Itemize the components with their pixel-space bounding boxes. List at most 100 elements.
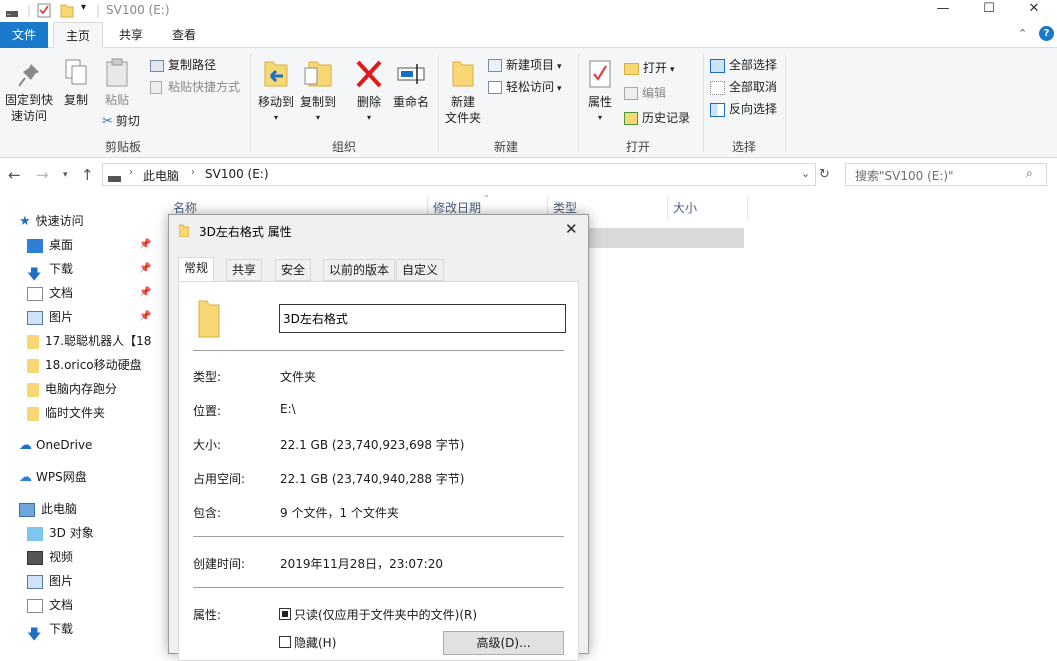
close-button[interactable]: ✕ <box>1011 0 1057 22</box>
cut-button[interactable]: ✂ 剪切 <box>102 111 140 131</box>
nav-this-pc[interactable]: 此电脑 <box>19 497 77 521</box>
tab-share[interactable]: 共享 <box>108 22 154 48</box>
dropdown-arrow-icon: ▾ <box>557 62 562 72</box>
new-item-label: 新建项目 <box>506 58 555 72</box>
pin-label-line2: 速访问 <box>10 109 47 123</box>
move-to-button[interactable]: 移动到 ▾ <box>256 58 296 126</box>
edit-button[interactable]: 编辑 <box>624 83 666 103</box>
copy-path-button[interactable]: 复制路径 <box>150 55 216 75</box>
forward-arrow-icon[interactable]: → <box>36 166 49 184</box>
chevron-up-icon[interactable]: ⌃ <box>1018 27 1027 40</box>
nav-onedrive[interactable]: ☁ OneDrive <box>19 433 92 457</box>
nav-pc-downloads[interactable]: 🡇 下载 <box>27 617 74 643</box>
nav-item-folder[interactable]: 临时文件夹 <box>27 401 105 425</box>
quick-access-dropdown-icon[interactable]: ▾ <box>81 2 86 13</box>
select-all-icon <box>710 58 725 73</box>
nav-quick-access-label: 快速访问 <box>35 214 84 228</box>
select-none-button[interactable]: 全部取消 <box>710 77 777 97</box>
group-divider <box>703 54 704 152</box>
edit-icon <box>624 87 638 100</box>
tab-home[interactable]: 主页 <box>53 22 103 49</box>
location-label: 位置: <box>193 404 222 418</box>
copy-label: 复制 <box>63 93 88 107</box>
properties-button[interactable]: 属性 ▾ <box>583 58 617 126</box>
advanced-button[interactable]: 高级(D)... <box>443 631 564 655</box>
new-folder-button[interactable]: 新建 文件夹 <box>443 58 483 126</box>
open-button[interactable]: 打开 ▾ <box>624 58 675 78</box>
nav-item-desktop[interactable]: 桌面 <box>27 233 73 257</box>
copy-to-button[interactable]: 复制到 ▾ <box>298 58 338 126</box>
dialog-tab-share[interactable]: 共享 <box>226 259 263 281</box>
nav-pc-documents[interactable]: 文档 <box>27 593 73 617</box>
paste-button[interactable]: 粘贴 <box>98 58 136 108</box>
paste-shortcut-button[interactable]: 粘贴快捷方式 <box>150 77 240 97</box>
dialog-tab-security[interactable]: 安全 <box>275 259 312 281</box>
dropdown-arrow-icon: ▾ <box>315 113 320 122</box>
dialog-close-icon[interactable]: ✕ <box>565 220 578 238</box>
back-arrow-icon[interactable]: ← <box>8 166 21 184</box>
minimize-button[interactable]: — <box>920 0 966 22</box>
nav-pc-videos[interactable]: 视频 <box>27 545 73 569</box>
nav-pc-3d-objects[interactable]: 3D 对象 <box>27 521 94 545</box>
refresh-icon[interactable]: ↻ <box>819 167 830 182</box>
nav-item-folder[interactable]: 电脑内存跑分 <box>27 377 117 401</box>
readonly-checkbox[interactable] <box>279 608 291 620</box>
nav-item-downloads[interactable]: 🡇 下载 <box>27 257 73 283</box>
nav-item-pictures[interactable]: 图片 <box>27 305 73 329</box>
open-folder-icon <box>624 62 639 75</box>
tab-view[interactable]: 查看 <box>160 22 208 48</box>
folder-name-input[interactable] <box>279 304 566 333</box>
pin-icon <box>18 64 39 87</box>
ribbon-tab-bar: 文件 主页 共享 查看 ⌃ ? <box>0 22 1057 49</box>
breadcrumb-drive[interactable]: SV100 (E:) <box>205 167 269 181</box>
dialog-tab-general[interactable]: 常规 <box>178 257 215 282</box>
breadcrumb-this-pc[interactable]: 此电脑 <box>143 167 179 184</box>
copy-button[interactable]: 复制 <box>58 58 94 108</box>
readonly-label[interactable]: 只读(仅应用于文件夹中的文件)(R) <box>294 606 477 623</box>
nav-pc-pictures[interactable]: 图片 <box>27 569 73 593</box>
properties-quick-icon[interactable] <box>37 2 51 21</box>
hidden-checkbox[interactable] <box>279 636 291 648</box>
delete-button[interactable]: 删除 ▾ <box>350 58 388 126</box>
column-header-size[interactable]: 大小 <box>668 196 748 220</box>
maximize-button[interactable]: ☐ <box>966 0 1012 22</box>
search-input[interactable]: 搜索"SV100 (E:)" ⌕ <box>845 163 1047 186</box>
nav-item-label: 电脑内存跑分 <box>45 382 118 396</box>
nav-quick-access[interactable]: ★ 快速访问 <box>19 209 84 233</box>
dialog-tab-previous-versions[interactable]: 以前的版本 <box>323 259 396 281</box>
selected-row[interactable] <box>585 228 744 248</box>
copy-icon <box>65 59 87 85</box>
nav-item-label: 图片 <box>49 310 74 324</box>
easy-access-label: 轻松访问 <box>506 80 555 94</box>
large-folder-icon <box>197 297 221 342</box>
nav-item-folder[interactable]: 18.orico移动硬盘 <box>27 353 142 377</box>
dialog-tab-customize[interactable]: 自定义 <box>396 259 445 281</box>
new-folder-quick-icon[interactable] <box>60 2 74 21</box>
desktop-icon <box>27 238 43 253</box>
new-item-icon <box>488 59 502 72</box>
nav-item-label: 下载 <box>49 622 74 636</box>
recent-locations-icon[interactable]: ▾ <box>63 170 68 180</box>
nav-item-documents[interactable]: 文档 <box>27 281 73 305</box>
address-box[interactable]: › 此电脑 › SV100 (E:) ⌄ <box>102 163 816 186</box>
select-all-button[interactable]: 全部选择 <box>710 55 777 75</box>
pin-quick-access-button[interactable]: 固定到快 速访问 <box>3 62 55 124</box>
search-icon[interactable]: ⌕ <box>1026 166 1033 181</box>
new-item-button[interactable]: 新建项目 ▾ <box>488 55 562 75</box>
nav-wps[interactable]: ☁ WPS网盘 <box>19 465 87 489</box>
up-arrow-icon[interactable]: ↑ <box>81 166 94 184</box>
easy-access-icon <box>488 81 502 94</box>
history-button[interactable]: 历史记录 <box>624 108 690 128</box>
nav-item-folder[interactable]: 17.聪聪机器人【18 <box>27 329 151 353</box>
invert-selection-button[interactable]: 反向选择 <box>710 99 777 119</box>
group-divider <box>785 54 786 152</box>
delete-x-icon <box>356 60 382 88</box>
easy-access-button[interactable]: 轻松访问 ▾ <box>488 77 562 97</box>
checkbox-indeterminate-mark <box>282 611 288 617</box>
folder-icon <box>178 224 190 240</box>
help-icon[interactable]: ? <box>1039 26 1054 41</box>
rename-button[interactable]: 重命名 <box>389 58 433 110</box>
address-dropdown-icon[interactable]: ⌄ <box>801 167 810 180</box>
computer-icon <box>19 502 35 517</box>
tab-file[interactable]: 文件 <box>0 22 48 48</box>
